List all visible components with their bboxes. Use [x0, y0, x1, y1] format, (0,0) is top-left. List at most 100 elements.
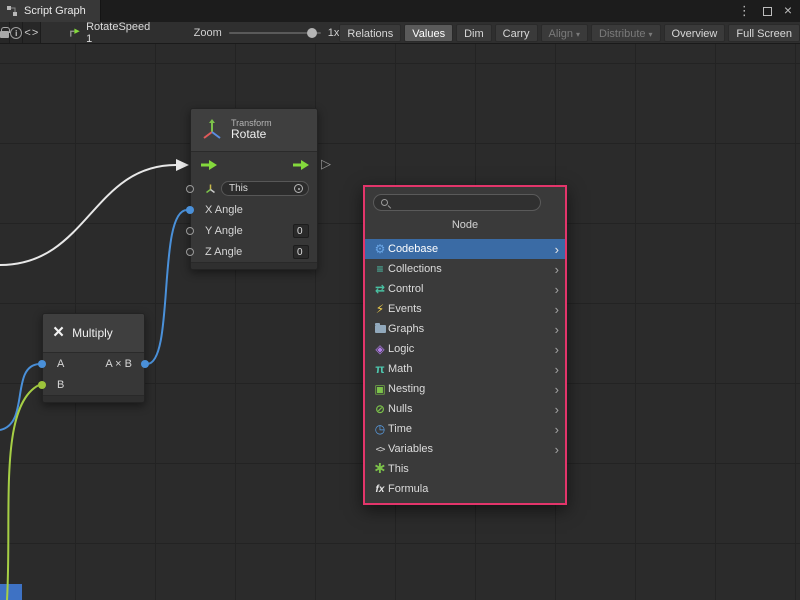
finder-item-logic[interactable]: Logic	[365, 339, 565, 359]
math-icon	[372, 359, 388, 379]
variables-icon	[372, 438, 388, 460]
values-button[interactable]: Values	[404, 24, 453, 42]
port-y-angle[interactable]	[186, 227, 194, 235]
node-finder-popup: Node Codebase Collections Control Events…	[363, 185, 567, 505]
node-transform-rotate[interactable]: Transform Rotate	[190, 108, 318, 270]
nesting-icon	[372, 379, 388, 399]
graph-name: RotateSpeed 1	[86, 22, 152, 44]
align-button[interactable]: Align	[541, 24, 588, 42]
multiply-node-footer	[43, 395, 144, 402]
y-angle-input[interactable]: 0	[293, 224, 309, 238]
tab-script-graph[interactable]: Script Graph	[0, 0, 101, 22]
dim-button[interactable]: Dim	[456, 24, 492, 42]
rotate-yangle-row: Y Angle 0	[191, 220, 317, 241]
overview-button[interactable]: Overview	[664, 24, 726, 42]
lock-icon	[0, 31, 9, 38]
info-icon	[10, 27, 22, 39]
finder-item-formula[interactable]: Formula	[365, 479, 565, 499]
finder-header: Node	[365, 219, 565, 233]
tab-title: Script Graph	[24, 5, 86, 17]
search-icon	[380, 198, 390, 208]
window-menu-icon[interactable]	[738, 2, 751, 20]
transform-mini-icon	[205, 183, 216, 194]
rotate-node-title: Rotate	[231, 128, 272, 142]
wire-multiply-to-xangle	[147, 210, 187, 364]
zoom-control: Zoom 1x	[194, 27, 340, 39]
lock-button[interactable]	[0, 22, 10, 44]
collections-icon	[372, 259, 388, 279]
unity-visual-scripting-window: Script Graph <> RotateSpeed 1 Zoom 1x Re…	[0, 0, 800, 600]
finder-item-collections[interactable]: Collections	[365, 259, 565, 279]
finder-item-nesting[interactable]: Nesting	[365, 379, 565, 399]
this-field-value: This	[229, 183, 248, 194]
window-controls	[738, 2, 800, 20]
rotate-xangle-row: X Angle	[191, 199, 317, 220]
z-angle-input[interactable]: 0	[293, 245, 309, 259]
finder-item-events[interactable]: Events	[365, 299, 565, 319]
close-icon[interactable]	[784, 2, 792, 20]
node-search-input[interactable]	[394, 196, 536, 209]
chevron-right-icon	[555, 442, 559, 457]
multiply-node-title: Multiply	[72, 326, 113, 340]
zoom-slider-knob[interactable]	[307, 28, 317, 38]
port-x-angle[interactable]	[186, 206, 194, 214]
multiply-icon	[53, 322, 64, 344]
carry-button[interactable]: Carry	[495, 24, 538, 42]
finder-item-this[interactable]: This	[365, 459, 565, 479]
time-icon	[372, 419, 388, 439]
rotate-node-header[interactable]: Transform Rotate	[191, 109, 317, 152]
port-z-angle[interactable]	[186, 248, 194, 256]
info-button[interactable]	[10, 22, 23, 44]
input-a-label: A	[57, 358, 64, 370]
port-b[interactable]	[38, 381, 46, 389]
chevron-right-icon	[555, 282, 559, 297]
multiply-node-header[interactable]: Multiply	[43, 314, 144, 353]
chevron-right-icon	[555, 342, 559, 357]
this-object-field[interactable]: This	[221, 181, 309, 196]
code-view-button[interactable]: <>	[23, 22, 41, 44]
y-angle-label: Y Angle	[205, 225, 243, 237]
flow-input-arrow-icon[interactable]	[201, 160, 217, 170]
formula-icon	[372, 478, 388, 500]
logic-icon	[372, 339, 388, 359]
x-angle-label: X Angle	[205, 204, 243, 216]
finder-item-variables[interactable]: Variables	[365, 439, 565, 459]
finder-item-time[interactable]: Time	[365, 419, 565, 439]
output-label: A × B	[105, 358, 132, 370]
port-a[interactable]	[38, 360, 46, 368]
rotate-node-footer	[191, 262, 317, 269]
graph-canvas[interactable]: Transform Rotate	[0, 44, 800, 600]
this-icon	[372, 459, 388, 479]
graph-breadcrumb[interactable]: RotateSpeed 1	[69, 22, 151, 44]
finder-item-math[interactable]: Math	[365, 359, 565, 379]
rotate-flow-row	[191, 152, 317, 178]
chevron-right-icon	[555, 322, 559, 337]
port-output[interactable]	[141, 360, 149, 368]
flow-wire-in	[0, 165, 176, 265]
chevron-right-icon	[555, 402, 559, 417]
finder-item-codebase[interactable]: Codebase	[365, 239, 565, 259]
port-this[interactable]	[186, 185, 194, 193]
multiply-a-row: A A × B	[43, 353, 144, 374]
distribute-button[interactable]: Distribute	[591, 24, 660, 42]
finder-item-graphs[interactable]: Graphs	[365, 319, 565, 339]
z-angle-label: Z Angle	[205, 246, 242, 258]
object-picker-icon[interactable]	[294, 184, 303, 193]
chevron-right-icon	[555, 302, 559, 317]
node-multiply[interactable]: Multiply A A × B B	[42, 313, 145, 403]
finder-item-control[interactable]: Control	[365, 279, 565, 299]
relations-button[interactable]: Relations	[339, 24, 401, 42]
flow-output-triangle-icon	[321, 156, 331, 172]
fullscreen-button[interactable]: Full Screen	[728, 24, 800, 42]
corner-accent	[0, 584, 22, 600]
finder-list: Codebase Collections Control Events Grap…	[365, 239, 565, 499]
node-search-box[interactable]	[373, 194, 541, 211]
chevron-right-icon	[555, 262, 559, 277]
zoom-slider[interactable]	[229, 32, 321, 34]
wire-into-b	[7, 385, 39, 600]
flow-output-arrow-icon[interactable]	[293, 160, 309, 170]
title-bar: Script Graph	[0, 0, 800, 22]
finder-item-nulls[interactable]: Nulls	[365, 399, 565, 419]
graph-toolbar: <> RotateSpeed 1 Zoom 1x Relations Value…	[0, 22, 800, 44]
maximize-icon[interactable]	[763, 7, 772, 16]
